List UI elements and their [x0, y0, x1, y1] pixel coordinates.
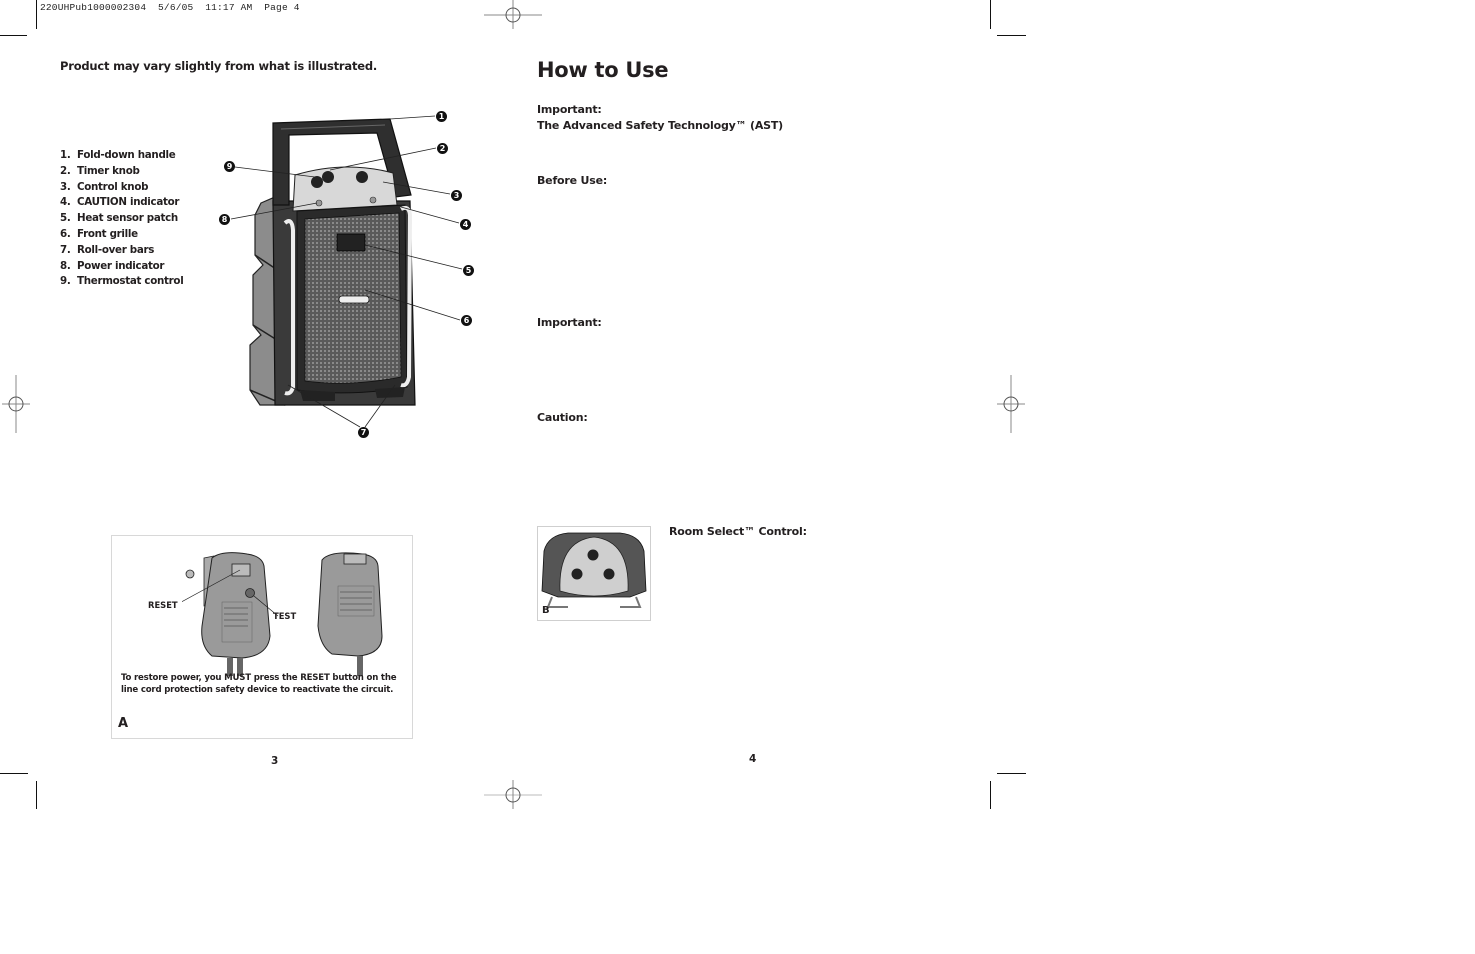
crop-mark	[990, 781, 991, 809]
parts-list: 1. Fold-down handle 2. Timer knob 3. Contro…	[60, 148, 184, 290]
print-slug: 220UHPub1000002304 5/6/05 11:17 AM Page …	[40, 2, 300, 13]
crop-mark	[990, 0, 991, 29]
parts-list-item: 3. Control knob	[60, 180, 149, 193]
parts-list-item: 8. Power indicator	[60, 259, 165, 272]
registration-mark	[484, 0, 542, 29]
callout-badge: 9	[224, 161, 235, 172]
product-note: Product may vary slightly from what is i…	[60, 59, 378, 73]
parts-list-item: 6. Front grille	[60, 227, 138, 240]
registration-mark	[484, 780, 542, 809]
important-heading: Important:	[537, 103, 602, 116]
parts-list-item: 9. Thermostat control	[60, 275, 184, 288]
important-heading: Important:	[537, 316, 602, 329]
crop-mark	[36, 0, 37, 29]
control-panel-illustration	[541, 532, 647, 608]
test-label: TEST	[273, 611, 297, 621]
callout-badge: 7	[358, 427, 369, 438]
figure-b-letter: B	[542, 605, 550, 616]
parts-list-item: 7. Roll-over bars	[60, 243, 155, 256]
room-select-heading: Room Select™ Control:	[669, 525, 807, 538]
heater-illustration	[230, 115, 463, 428]
reset-label: RESET	[148, 600, 178, 610]
ast-heading: The Advanced Safety Technology™ (AST)	[537, 119, 784, 132]
caution-heading: Caution:	[537, 411, 588, 424]
callout-badge: 1	[436, 111, 447, 122]
crop-mark	[36, 781, 37, 809]
before-use-heading: Before Use:	[537, 174, 608, 187]
parts-list-item: 1. Fold-down handle	[60, 149, 176, 161]
callout-badge: 4	[460, 219, 471, 230]
callout-badge: 8	[219, 214, 230, 225]
figure-a-caption: To restore power, you MUST press the RES…	[121, 673, 397, 695]
figure-a-letter: A	[118, 716, 129, 731]
parts-list-item: 4. CAUTION indicator	[60, 196, 180, 209]
crop-mark	[997, 773, 1026, 774]
crop-mark	[0, 773, 28, 774]
registration-mark	[997, 375, 1025, 433]
page-title: How to Use	[537, 58, 669, 82]
figure-a: RESET TEST To restore power, you MUST pr…	[111, 535, 413, 739]
callout-badge: 2	[437, 143, 448, 154]
page-number-right: 4	[749, 753, 757, 765]
callout-badge: 5	[463, 265, 474, 276]
parts-list-item: 2. Timer knob	[60, 164, 140, 177]
callout-badge: 3	[451, 190, 462, 201]
figure-b: B	[537, 526, 651, 621]
page-number-left: 3	[271, 755, 279, 767]
crop-mark	[997, 35, 1026, 36]
parts-list-item: 5. Heat sensor patch	[60, 212, 178, 225]
callout-badge: 6	[461, 315, 472, 326]
crop-mark	[0, 35, 27, 36]
registration-mark	[2, 375, 30, 433]
